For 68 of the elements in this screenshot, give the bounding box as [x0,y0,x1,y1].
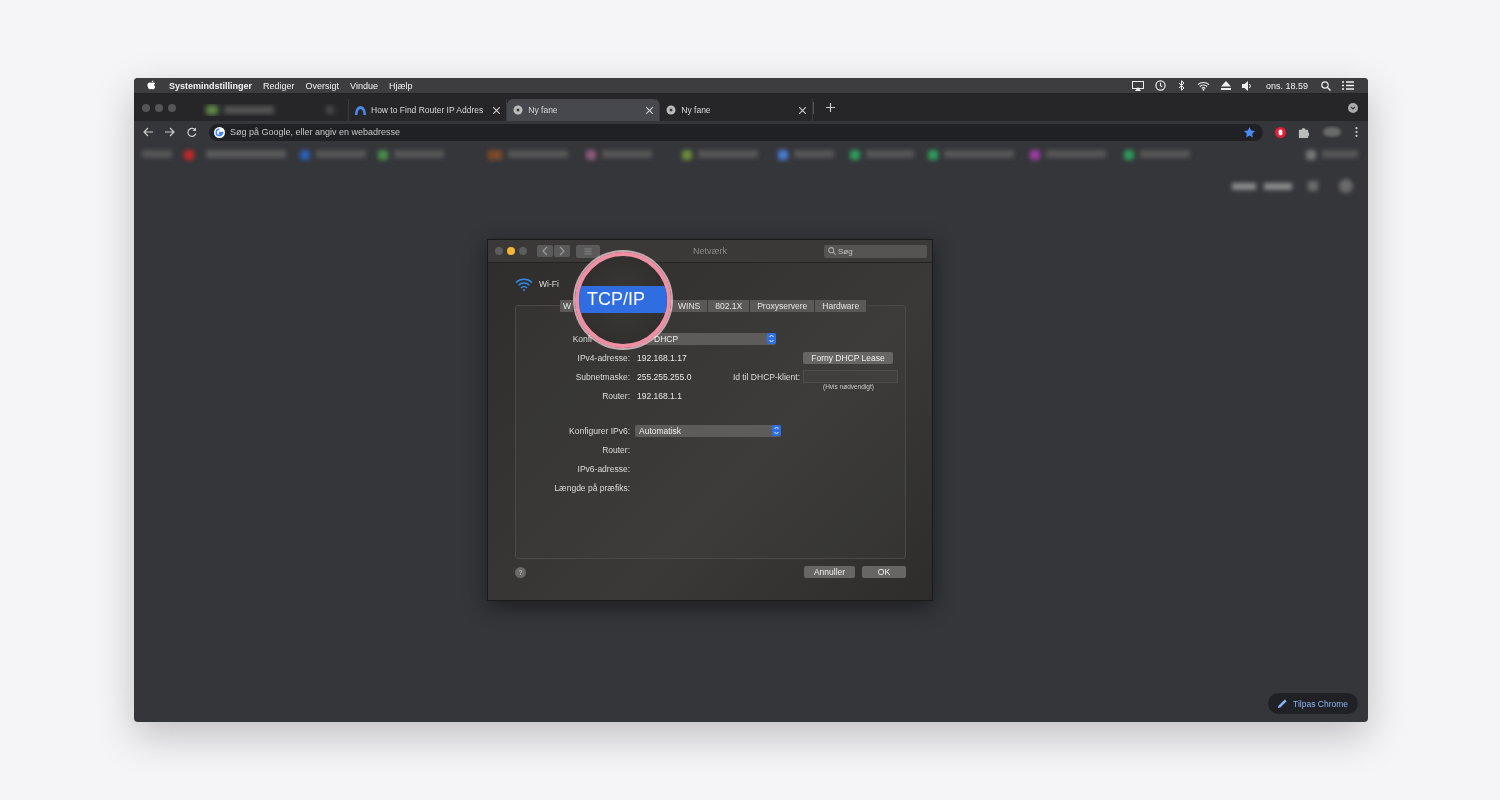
tab-search-icon[interactable] [1348,102,1358,113]
app-menu[interactable]: Systemindstillinger [169,80,253,91]
new-tab-icon[interactable] [826,103,836,112]
field-label: Subnetmaske: [574,370,630,384]
field-label: Konfi [571,332,593,346]
close-icon[interactable] [646,106,654,114]
chrome-icon [666,105,677,115]
search-input[interactable]: Søg [838,246,918,256]
tab[interactable]: 802.1X [708,300,751,312]
back-icon[interactable] [143,127,153,137]
eject-icon[interactable] [1220,81,1231,90]
menu-item[interactable]: Hjælp [388,80,413,91]
clock-icon[interactable] [1154,80,1166,91]
google-icon [214,126,225,138]
field-value: 255.255.255.0 [636,370,693,384]
renew-dhcp-button[interactable]: Forny DHCP Lease [803,351,893,364]
search-icon[interactable] [1321,80,1331,91]
search-icon [828,247,836,255]
field-label: Router: [601,389,630,403]
reload-icon[interactable] [187,127,197,137]
ipv6-popup[interactable]: Automatisk [635,424,781,437]
tab[interactable]: W [560,300,575,312]
menu-clock[interactable]: ons. 18.59 [1265,80,1308,91]
field-label: IPv4-adresse: [576,351,630,365]
window-title: Netværk [692,246,728,256]
window-minimize-button[interactable] [507,247,515,255]
bluetooth-icon[interactable] [1176,80,1186,91]
apple-icon[interactable] [147,80,156,91]
field-value: 192.168.1.17 [636,351,688,365]
tab[interactable]: WINS [671,300,709,312]
forward-icon[interactable] [165,127,175,137]
field-value: 192.168.1.1 [636,389,683,403]
list-icon[interactable] [1342,81,1354,90]
close-icon[interactable] [799,106,807,114]
wifi-icon [515,277,533,291]
stepper-icon [772,425,781,436]
address-input[interactable]: Søg på Google, eller angiv en webadresse [230,127,530,137]
field-label: Konfigurer IPv6: [568,424,630,438]
chrome-icon [513,105,524,115]
grid-icon[interactable] [576,244,600,258]
customize-chrome-button[interactable]: Tilpas Chrome [1268,693,1358,714]
tab[interactable]: Proxyservere [750,300,816,312]
dialog-button[interactable]: OK [862,566,906,578]
search-field[interactable]: Søg [824,244,927,258]
interface-name: Wi-Fi [539,279,559,289]
menu-item[interactable]: Oversigt [305,80,340,91]
airplay-icon[interactable] [1131,80,1144,91]
stepper-icon [767,333,776,344]
tab[interactable]: TCP/IP [579,285,667,313]
arch-icon [355,105,366,115]
puzzle-icon[interactable] [1298,126,1309,138]
star-icon[interactable] [1244,126,1255,138]
wifi-icon[interactable] [1196,80,1210,91]
menu-item[interactable]: Vindue [350,80,378,91]
browser-tab[interactable]: Ny fane [507,99,661,121]
dialog-button[interactable]: Annuller [804,566,855,578]
pencil-icon [1278,699,1288,708]
field-label: Længde på præfiks: [553,481,630,495]
close-icon[interactable] [493,106,501,114]
more-icon[interactable] [1355,127,1358,137]
hand-icon[interactable] [1275,126,1286,138]
field-label: Id til DHCP-klient: [731,370,801,384]
volume-icon[interactable] [1241,80,1253,91]
tab[interactable]: Hardware [815,300,868,312]
field-label: IPv6-adresse: [576,462,630,476]
field-label: Router: [601,443,630,457]
menu-item[interactable]: Rediger [263,80,295,91]
address-bar[interactable]: Søg på Google, eller angiv en webadresse [209,123,1263,141]
